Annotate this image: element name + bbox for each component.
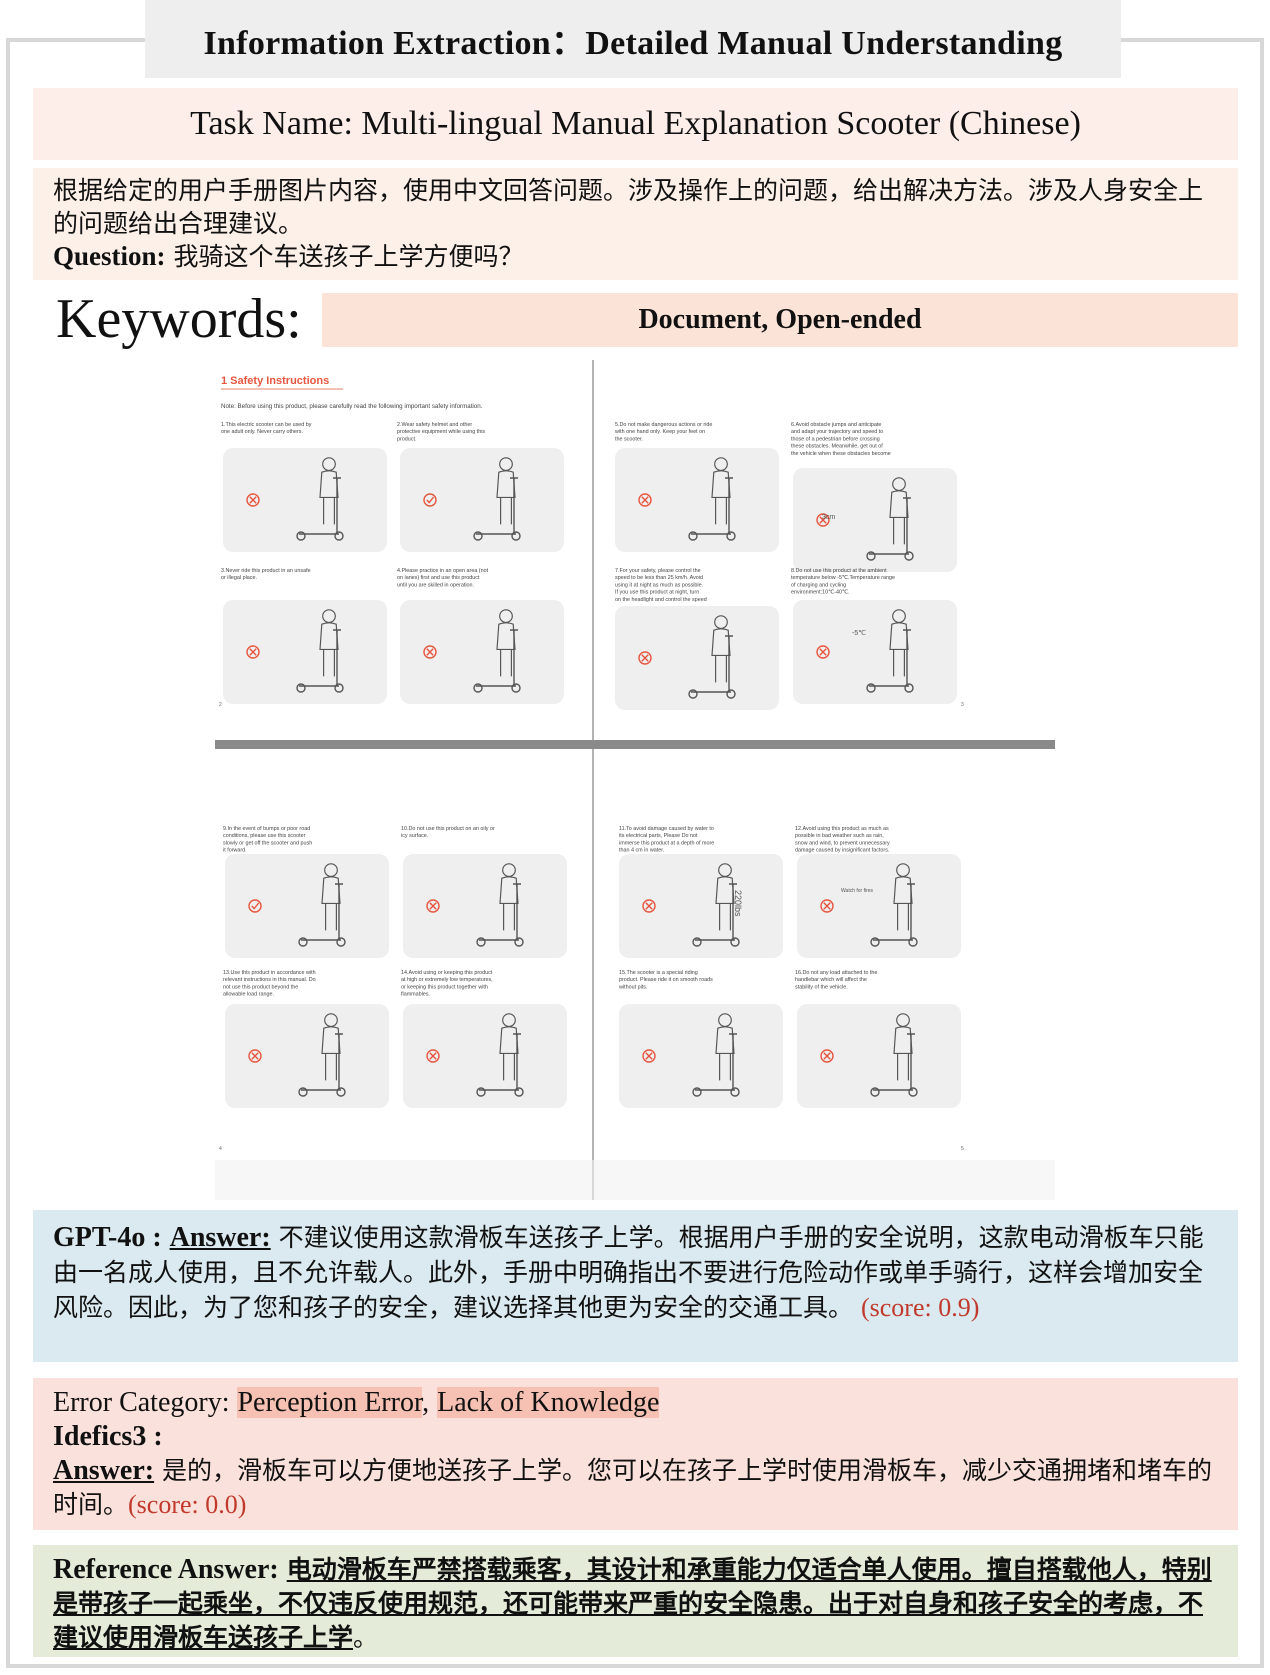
manual-panel-4 [400,600,564,704]
manual-caption-6: 6.Avoid obstacle jumps and anticipate and… [791,422,891,457]
idefics-answer-label: Answer: [53,1455,155,1486]
page-number-5: 5 [961,1146,964,1152]
manual-note: Note: Before using this product, please … [221,403,483,410]
gpt-answer-label: Answer: [169,1222,271,1253]
manual-panel-13 [225,1004,389,1108]
manual-caption-5: 5.Do not make dangerous actions or ride w… [614,422,712,442]
question-label: Question: [53,241,166,271]
manual-panel-7 [615,606,779,710]
manual-panel-5 [615,448,779,552]
manual-panel-9 [225,854,389,958]
manual-caption-4: 4.Please practice in an open area (not on… [397,568,489,588]
manual-caption-13: 13.Use this product in accordance with re… [223,970,316,998]
task-name: Task Name: Multi-lingual Manual Explanat… [190,105,1081,142]
manual-caption-9: 9.In the event of bumps or poor road cond… [223,826,312,854]
manual-caption-12: 12.Avoid using this product as much as po… [795,826,890,854]
manual-caption-10: 10.Do not use this product on an oily or… [401,826,495,839]
error-category-line: Error Category: Perception Error, Lack o… [53,1386,1218,1420]
manual-caption-1: 1.This electric scooter can be used by on… [221,422,312,435]
gpt-answer-box: GPT-4o : Answer: 不建议使用这款滑板车送孩子上学。根据用户手册的… [33,1210,1238,1362]
manual-panel-14 [403,1004,567,1108]
title-banner: Information Extraction：Detailed Manual U… [145,0,1121,78]
task-name-banner: Task Name: Multi-lingual Manual Explanat… [33,88,1238,160]
page-number-2: 2 [219,702,222,708]
gpt-model-label: GPT-4o : [53,1222,162,1253]
question-text: 我骑这个车送孩子上学方便吗？ [173,242,524,271]
load-label: 220lbs [733,890,743,917]
prompt-box: 根据给定的用户手册图片内容，使用中文回答问题。涉及操作上的问题，给出解决方法。涉… [33,168,1238,280]
page-number-4: 4 [219,1146,222,1152]
manual-panel-16 [797,1004,961,1108]
manual-caption-11: 11.To avoid damage caused by water to its… [619,826,714,854]
reference-label: Reference Answer: [53,1554,279,1585]
error-category-label: Error Category: [53,1387,230,1418]
manual-caption-16: 16.Do not any load attached to the handle… [795,970,877,990]
idefics-answer-box: Error Category: Perception Error, Lack o… [33,1378,1238,1530]
reference-end: 。 [353,1623,379,1652]
manual-panel-10 [403,854,567,958]
error-tag-perception: Perception Error [237,1387,423,1418]
manual-panel-1 [223,448,387,552]
manual-image: 1 Safety Instructions Note: Before using… [215,360,1055,1200]
error-tag-knowledge: Lack of Knowledge [437,1387,660,1418]
manual-caption-15: 15.The scooter is a special riding produc… [618,970,713,990]
fire-sign-label: Watch for fires [841,888,874,894]
manual-panels [223,448,961,1108]
keywords-box: Document, Open-ended [322,293,1238,347]
page-title: Information Extraction：Detailed Manual U… [203,24,1063,62]
manual-caption-14: 14.Avoid using or keeping this product at… [401,970,493,998]
manual-caption-7: 7.For your safety, please control the spe… [615,568,707,603]
instruction-text: 根据给定的用户手册图片内容，使用中文回答问题。涉及操作上的问题，给出解决方法。涉… [53,176,1204,238]
idefics-answer-line: Answer: 是的，滑板车可以方便地送孩子上学。您可以在孩子上学时使用滑板车，… [53,1454,1218,1522]
temperature-label: -5℃ [852,630,866,637]
error-separator: , [422,1387,430,1418]
idefics-score: (score: 0.0) [128,1490,247,1519]
keywords-label: Keywords: [56,288,302,350]
manual-section-title: 1 Safety Instructions [221,375,329,387]
gpt-score: (score: 0.9) [860,1293,980,1322]
manual-panel-3 [223,600,387,704]
question-line: Question: 我骑这个车送孩子上学方便吗？ [53,240,1218,273]
page-number-3: 3 [961,702,964,708]
manual-panel-2 [400,448,564,552]
keywords-value: Document, Open-ended [638,304,922,335]
idefics-model-label: Idefics3 : [53,1421,163,1452]
manual-caption-3: 3.Never ride this product in an unsafe or… [221,568,311,581]
manual-caption-8: 8.Do not use this product at the ambient… [791,568,895,596]
manual-panel-11 [619,854,783,958]
manual-caption-2: 2.Wear safety helmet and other protective… [397,422,485,442]
manual-panel-12 [797,854,961,958]
step-height-label: 3cm [822,514,835,521]
manual-panel-15 [619,1004,783,1108]
reference-answer-box: Reference Answer: 电动滑板车严禁搭载乘客，其设计和承重能力仅适… [33,1545,1238,1657]
manual-panel-8 [793,600,957,704]
manual-panel-6 [793,468,957,572]
